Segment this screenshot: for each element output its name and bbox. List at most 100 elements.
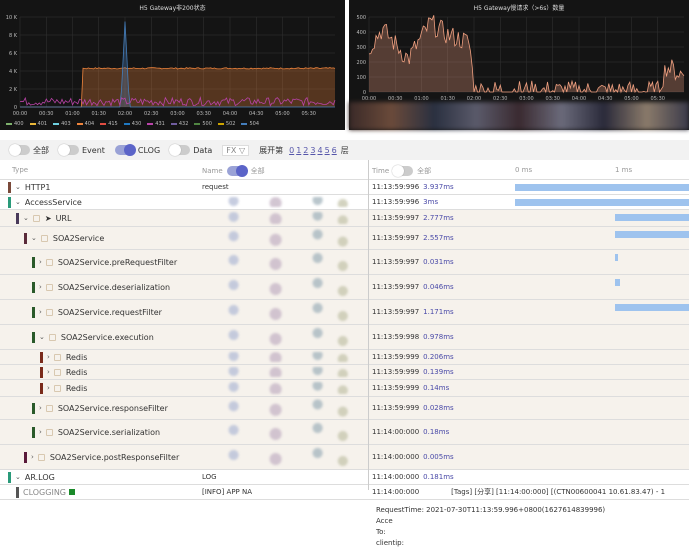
switch[interactable] <box>114 144 136 156</box>
legend-item[interactable]: 430 <box>123 121 141 127</box>
redacted-name <box>200 302 368 322</box>
trace-row[interactable]: CLOGGING [INFO] APP NA 11:14:00:000 [Tags] … <box>0 485 689 500</box>
level-link[interactable]: 5 <box>325 146 330 155</box>
toggle-clog[interactable]: CLOG <box>114 144 160 156</box>
redacted-name <box>200 277 368 297</box>
chevron-right-icon[interactable]: › <box>31 453 34 461</box>
toggle-event[interactable]: Event <box>58 144 105 156</box>
chevron-right-icon[interactable]: › <box>47 384 50 392</box>
name-cell <box>200 250 368 274</box>
time-all-switch[interactable] <box>392 165 414 177</box>
time-cell: 11:13:59:997 0.031ms <box>372 250 454 274</box>
type-cell: ⌄ SOA2Service <box>0 227 104 249</box>
start-time: 11:13:59:997 <box>372 308 420 316</box>
duration: 0.18ms <box>423 428 450 436</box>
chevron-down-icon[interactable]: ⌄ <box>15 473 21 481</box>
type-color-marker <box>32 426 35 438</box>
chevron-right-icon[interactable]: › <box>47 353 50 361</box>
trace-row[interactable]: › SOA2Service.postResponseFilter 11:14:00:… <box>0 445 689 470</box>
chevron-down-icon[interactable]: ⌄ <box>39 333 45 341</box>
name-cell <box>200 300 368 324</box>
level-link[interactable]: 1 <box>296 146 301 155</box>
type-cell: › SOA2Service.responseFilter <box>0 397 168 419</box>
legend-item[interactable]: 431 <box>147 121 165 127</box>
level-link[interactable]: 6 <box>332 146 337 155</box>
trace-row[interactable]: › Redis 11:13:59:999 0.14ms <box>0 380 689 397</box>
level-link[interactable]: 3 <box>310 146 315 155</box>
timeline-cell <box>510 250 689 274</box>
level-link[interactable]: 2 <box>303 146 308 155</box>
fx-filter-button[interactable]: FX ▽ <box>222 144 250 156</box>
trace-row[interactable]: ⌄ SOA2Service.execution 11:13:59:998 0.978m… <box>0 325 689 350</box>
legend-label: 502 <box>225 121 236 127</box>
legend-item[interactable]: 500 <box>194 121 212 127</box>
legend-item[interactable]: 504 <box>241 121 259 127</box>
level-link[interactable]: 4 <box>317 146 322 155</box>
node-icon <box>45 258 53 266</box>
chevron-down-icon[interactable]: ⌄ <box>15 198 21 206</box>
legend-item[interactable]: 401 <box>29 121 47 127</box>
legend-item[interactable]: 404 <box>76 121 94 127</box>
trace-row[interactable]: › SOA2Service.deserialization 11:13:59:997… <box>0 275 689 300</box>
time-cell: 11:13:59:996 3ms <box>372 195 438 209</box>
toggle-all[interactable]: 全部 <box>9 144 49 156</box>
trace-row[interactable]: › SOA2Service.responseFilter 11:13:59:999 0… <box>0 397 689 420</box>
timeline-cell <box>510 325 689 349</box>
chevron-right-icon[interactable]: › <box>39 428 42 436</box>
name-cell <box>200 397 368 419</box>
type-label: SOA2Service.serialization <box>57 427 161 437</box>
chevron-right-icon[interactable]: › <box>39 283 42 291</box>
chevron-down-icon[interactable]: ⌄ <box>23 214 29 222</box>
legend-item[interactable]: 415 <box>100 121 118 127</box>
type-cell: ⌄ AccessService <box>0 195 82 209</box>
legend-label: 432 <box>178 121 189 127</box>
chevron-right-icon[interactable]: › <box>39 404 42 412</box>
chevron-right-icon[interactable]: › <box>47 368 50 376</box>
duration-bar[interactable] <box>515 184 689 191</box>
trace-row[interactable]: › Redis 11:13:59:999 0.206ms <box>0 350 689 365</box>
level-link[interactable]: 0 <box>289 146 294 155</box>
toggle-data[interactable]: Data <box>169 144 212 156</box>
legend-item[interactable]: 400 <box>6 121 24 127</box>
legend-item[interactable]: 403 <box>53 121 71 127</box>
trace-row[interactable]: › Redis 11:13:59:999 0.139ms <box>0 365 689 380</box>
detail-line: To: <box>376 528 386 536</box>
chevron-right-icon[interactable]: › <box>39 258 42 266</box>
trace-row[interactable]: › SOA2Service.requestFilter 11:13:59:997 1.… <box>0 300 689 325</box>
chevron-right-icon[interactable]: › <box>39 308 42 316</box>
switch[interactable] <box>9 144 30 156</box>
trace-row[interactable]: ⌄ ➤ URL 11:13:59:997 2.777ms <box>0 210 689 227</box>
start-time: 11:13:59:999 <box>372 353 420 361</box>
start-time: 11:13:59:999 <box>372 404 420 412</box>
switch[interactable] <box>169 144 191 156</box>
type-label: AR.LOG <box>24 472 55 482</box>
time-cell: 11:13:59:999 0.139ms <box>372 365 454 379</box>
trace-row[interactable]: › SOA2Service.preRequestFilter 11:13:59:99… <box>0 250 689 275</box>
trace-row[interactable]: ⌄ AccessService 11:13:59:996 3ms <box>0 195 689 210</box>
time-cell: 11:13:59:996 3.937ms <box>372 180 454 194</box>
duration-bar[interactable] <box>515 199 689 206</box>
chevron-down-icon[interactable]: ⌄ <box>15 183 21 191</box>
type-cell: ⌄ HTTP1 <box>0 180 50 194</box>
name-all-switch[interactable] <box>226 165 248 177</box>
timeline-cell <box>510 445 689 469</box>
type-label: AccessService <box>24 197 82 207</box>
name-cell <box>200 445 368 469</box>
type-cell: › SOA2Service.serialization <box>0 420 160 444</box>
trace-row[interactable]: ⌄ AR.LOG LOG 11:14:00:000 0.181ms <box>0 470 689 485</box>
duration-bar[interactable] <box>615 231 689 238</box>
chevron-down-icon[interactable]: ⌄ <box>31 234 37 242</box>
legend-item[interactable]: 432 <box>170 121 189 127</box>
duration-bar[interactable] <box>615 254 619 261</box>
column-divider[interactable] <box>368 160 369 490</box>
switch[interactable] <box>58 144 79 156</box>
trace-row[interactable]: ⌄ HTTP1 request 11:13:59:996 3.937ms <box>0 180 689 195</box>
legend-item[interactable]: 502 <box>217 121 236 127</box>
trace-row[interactable]: ⌄ SOA2Service 11:13:59:997 2.557ms <box>0 227 689 250</box>
timeline-cell <box>510 227 689 249</box>
trace-row[interactable]: › SOA2Service.serialization 11:14:00:000 0.… <box>0 420 689 445</box>
duration-bar[interactable] <box>615 304 689 311</box>
log-tags: [Tags] [分享] [11:14:00:000] [(CTN00600041… <box>451 488 666 496</box>
duration-bar[interactable] <box>615 279 620 286</box>
duration-bar[interactable] <box>615 214 689 221</box>
